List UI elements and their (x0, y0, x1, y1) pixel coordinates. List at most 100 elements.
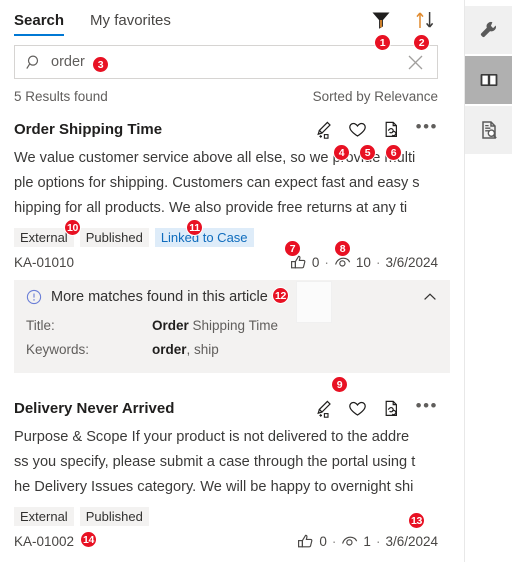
annotation-badge-14: 14 (80, 531, 97, 548)
match-rest: , ship (186, 342, 219, 357)
more-matches-value: Order Shipping Time (152, 314, 278, 338)
result-card-header: Order Shipping Time ••• (14, 114, 438, 144)
info-circle-icon (26, 289, 42, 305)
annotation-badge-7: 7 (284, 240, 301, 257)
modified-date: 3/6/2024 (385, 534, 438, 549)
tab-my-favorites-label: My favorites (90, 12, 171, 29)
annotation-badge-6: 6 (385, 144, 402, 161)
chevron-up-icon[interactable] (422, 289, 438, 305)
match-rest: Shipping Time (188, 318, 279, 333)
annotation-badge-11: 11 (186, 219, 203, 236)
views-eye-icon (341, 533, 358, 550)
magnifier-icon (26, 54, 43, 71)
annotation-badge-1: 1 (374, 34, 391, 51)
header-actions (370, 9, 436, 31)
annotation-badge-2: 2 (413, 34, 430, 51)
match-highlight: Order (152, 318, 189, 333)
annotation-badge-12: 12 (272, 287, 289, 304)
meta-separator: · (375, 255, 381, 270)
view-count: 10 (355, 255, 371, 270)
meta-separator: · (375, 534, 381, 549)
like-count: 0 (319, 534, 327, 549)
result-meta: KA-01010 0 · 10 · 3/6/2024 (14, 254, 438, 271)
more-matches-rows: Title: Order Shipping Time Keywords: ord… (26, 314, 438, 362)
filter-icon[interactable] (370, 9, 392, 31)
more-matches-title: More matches found in this article (51, 289, 268, 305)
result-stats: 0 · 10 · 3/6/2024 (290, 254, 438, 271)
annotation-badge-13: 13 (408, 512, 425, 529)
wrench-icon (478, 19, 500, 41)
article-id[interactable]: KA-01010 (14, 255, 74, 270)
more-options-icon[interactable]: ••• (416, 118, 438, 137)
sort-ascending-descending-icon[interactable] (414, 9, 436, 31)
more-matches-title-group: More matches found in this article (26, 289, 268, 305)
more-matches-header[interactable]: More matches found in this article (26, 289, 438, 305)
thumbs-up-icon[interactable] (297, 533, 314, 550)
like-count: 0 (311, 255, 320, 270)
snippet-line: Purpose & Scope If your product is not d… (14, 429, 410, 445)
results-list: Order Shipping Time ••• We value custome… (0, 114, 464, 562)
rail-button-knowledge[interactable] (465, 56, 512, 104)
favorite-heart-icon[interactable] (348, 120, 367, 139)
knowledge-book-icon (478, 69, 500, 91)
tab-search[interactable]: Search (14, 12, 65, 36)
tooltip-ghost (296, 281, 332, 323)
annotation-badge-5: 5 (359, 144, 376, 161)
tab-my-favorites[interactable]: My favorites (90, 12, 171, 36)
match-highlight: order (152, 342, 187, 357)
document-search-icon (478, 119, 500, 141)
result-tags: External Published (14, 507, 438, 526)
article-id[interactable]: KA-01002 (14, 534, 74, 549)
rail-button-document-search[interactable] (465, 106, 512, 154)
link-article-icon[interactable] (315, 399, 334, 418)
result-title[interactable]: Delivery Never Arrived (14, 400, 174, 417)
more-options-icon[interactable]: ••• (416, 397, 438, 416)
result-actions: ••• (315, 118, 438, 139)
annotation-badge-3: 3 (92, 56, 109, 73)
tag-published: Published (79, 507, 149, 526)
result-snippet: Purpose & Scope If your product is not d… (14, 425, 438, 500)
result-title[interactable]: Order Shipping Time (14, 121, 162, 138)
result-actions: ••• (315, 397, 438, 418)
tag-published: Published (79, 228, 149, 247)
search-box[interactable]: order (14, 45, 438, 79)
snippet-line: he Delivery Issues category. We will be … (14, 479, 414, 495)
close-icon[interactable] (407, 54, 424, 71)
meta-separator: · (324, 255, 329, 270)
sorted-by-label[interactable]: Sorted by Relevance (313, 89, 438, 104)
tag-external: External (14, 507, 74, 526)
knowledge-search-pane: Search My favorites order 5 Results foun… (0, 0, 512, 562)
more-matches-row: Title: Order Shipping Time (26, 314, 438, 338)
result-card-header: Delivery Never Arrived ••• (14, 393, 438, 423)
result-card-1: Order Shipping Time ••• We value custome… (0, 114, 464, 271)
annotation-badge-10: 10 (64, 219, 81, 236)
more-matches-key: Keywords: (26, 342, 90, 357)
result-stats: 0 · 1 · 3/6/2024 (297, 533, 438, 550)
modified-date: 3/6/2024 (385, 255, 438, 270)
tag-linked-to-case[interactable]: Linked to Case (154, 228, 254, 247)
link-article-icon[interactable] (315, 120, 334, 139)
annotation-badge-9: 9 (331, 376, 348, 393)
annotation-badge-8: 8 (334, 240, 351, 257)
more-matches-row: Keywords: order, ship (26, 338, 438, 362)
more-matches-key: Title: (26, 318, 55, 333)
results-count: 5 Results found (14, 89, 108, 104)
annotation-badge-4: 4 (333, 144, 350, 161)
results-summary: 5 Results found Sorted by Relevance (14, 89, 438, 104)
result-card-2: Delivery Never Arrived ••• Purpose & Sco… (0, 393, 464, 550)
more-matches-panel: More matches found in this article Title… (14, 280, 450, 373)
meta-separator: · (331, 534, 337, 549)
snippet-line: hipping for all products. We also provid… (14, 200, 408, 216)
snippet-line: ple options for shipping. Customers can … (14, 175, 420, 191)
search-panel: Search My favorites order 5 Results foun… (0, 0, 464, 562)
view-count: 1 (363, 534, 371, 549)
tab-search-label: Search (14, 12, 65, 29)
rail-button-tools[interactable] (465, 6, 512, 54)
copy-link-icon[interactable] (381, 399, 400, 418)
right-rail (464, 0, 512, 562)
favorite-heart-icon[interactable] (348, 399, 367, 418)
snippet-line: ss you specify, please submit a case thr… (14, 454, 416, 470)
copy-link-icon[interactable] (381, 120, 400, 139)
more-matches-value: order, ship (152, 338, 219, 362)
result-meta: KA-01002 0 · 1 · 3/6/2024 (14, 533, 438, 550)
